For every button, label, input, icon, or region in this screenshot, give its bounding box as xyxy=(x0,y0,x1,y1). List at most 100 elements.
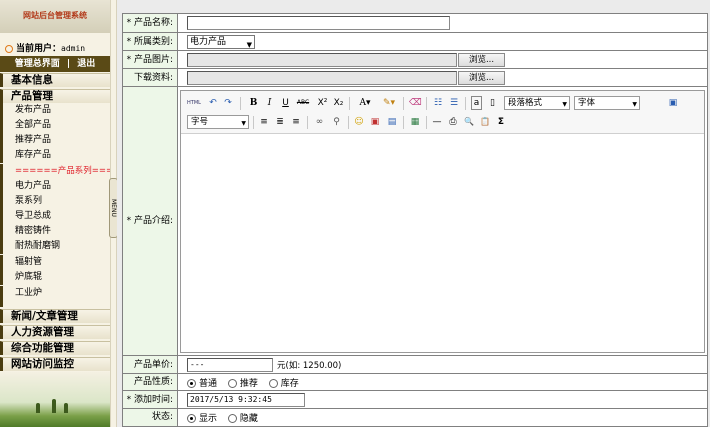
nature-radio-recommended[interactable] xyxy=(227,379,237,388)
add-time-label: * 添加时间: xyxy=(123,391,178,409)
system-title: 网站后台管理系统 xyxy=(23,11,87,20)
menu-item-stock-products[interactable]: 库存产品 xyxy=(0,148,110,163)
link-icon[interactable]: ∞ xyxy=(313,115,326,129)
nature-radio-normal[interactable] xyxy=(187,379,196,388)
ordered-list-icon[interactable]: ☷ xyxy=(432,96,444,110)
toolbar-separator xyxy=(253,116,254,129)
html-source-icon[interactable]: HTML xyxy=(187,96,201,110)
paste-icon[interactable]: 📋 xyxy=(479,115,491,129)
superscript-icon[interactable]: X² xyxy=(316,96,329,110)
nature-option-label: 推荐 xyxy=(239,379,258,389)
add-time-input[interactable]: 2017/5/13 9:32:45 xyxy=(187,393,305,407)
intro-cell: HTML ↶ ↷ B I U ABC X² X₂ A▾ ✎▾ ⌫ ☷ ☰ a ▯… xyxy=(178,87,707,356)
menu-item-hearth-roll[interactable]: 炉底辊 xyxy=(0,270,110,285)
status-option-label: 隐藏 xyxy=(239,414,258,424)
status-cell: 显示 隐藏 xyxy=(178,409,707,426)
toolbar-separator xyxy=(403,116,404,129)
category-select[interactable]: 电力产品 ▼ xyxy=(187,35,255,49)
current-user: 当前用户：admin xyxy=(5,41,85,54)
table-icon[interactable]: ▦ xyxy=(409,115,421,129)
eraser-icon[interactable]: ⌫ xyxy=(409,96,422,110)
category-cell: 电力产品 ▼ xyxy=(178,33,707,51)
nature-radio-stock[interactable] xyxy=(268,379,278,388)
new-document-icon[interactable]: ▯ xyxy=(487,96,498,110)
align-left-icon[interactable]: ≡ xyxy=(258,115,270,129)
underline-icon[interactable]: U xyxy=(280,96,291,110)
align-right-icon[interactable]: ≡ xyxy=(290,115,302,129)
product-name-label: * 产品名称: xyxy=(123,14,178,33)
menu-item-recommended-products[interactable]: 推荐产品 xyxy=(0,133,110,148)
horizontal-rule-icon[interactable]: — xyxy=(431,115,443,129)
product-name-input[interactable] xyxy=(187,16,450,30)
download-browse-button[interactable]: 浏览... xyxy=(458,71,505,85)
tree-icon xyxy=(36,403,40,413)
italic-icon[interactable]: I xyxy=(264,96,275,110)
menu-item-guide-assembly[interactable]: 导卫总成 xyxy=(0,209,110,224)
section-basic-info[interactable]: 基本信息 xyxy=(0,73,110,87)
select-all-icon[interactable]: a xyxy=(471,96,482,110)
section-integrated-functions[interactable]: 综合功能管理 xyxy=(0,341,110,355)
paragraph-format-select[interactable]: 段落格式 ▼ xyxy=(504,96,570,110)
undo-icon[interactable]: ↶ xyxy=(207,96,219,110)
preview-icon[interactable]: 🔍 xyxy=(463,115,475,129)
image-browse-button[interactable]: 浏览... xyxy=(458,53,505,67)
fullscreen-icon[interactable]: ▣ xyxy=(667,96,679,110)
image-file-input[interactable] xyxy=(187,53,457,67)
intro-label: * 产品介绍: xyxy=(123,87,178,356)
user-dot-icon xyxy=(5,44,13,53)
unlink-icon[interactable]: ⚲ xyxy=(330,115,343,129)
status-radio-show[interactable] xyxy=(187,414,196,423)
product-series-divider: ======产品系列====== xyxy=(0,164,134,179)
font-color-icon[interactable]: A▾ xyxy=(355,96,375,110)
product-name-cell xyxy=(178,14,707,33)
image-icon[interactable]: ▣ xyxy=(369,115,381,129)
add-time-cell: 2017/5/13 9:32:45 xyxy=(178,391,707,409)
menu-item-all-products[interactable]: 全部产品 xyxy=(0,118,110,133)
status-radio-hide[interactable] xyxy=(227,414,237,423)
section-human-resources[interactable]: 人力资源管理 xyxy=(0,325,110,339)
editor-content-area[interactable] xyxy=(181,134,704,352)
menu-item-publish-product[interactable]: 发布产品 xyxy=(0,103,110,118)
unordered-list-icon[interactable]: ☰ xyxy=(448,96,460,110)
chevron-down-icon: ▼ xyxy=(246,41,252,49)
product-list-end xyxy=(0,301,110,307)
product-form: * 产品名称: * 所属类别: 电力产品 ▼ * 产品图片: 浏览... 下载资… xyxy=(122,13,708,427)
align-center-icon[interactable]: ≣ xyxy=(274,115,286,129)
menu-item-heat-resistant-steel[interactable]: 耐热耐磨钢 xyxy=(0,239,110,254)
home-link[interactable]: 管理总界面 xyxy=(15,59,60,69)
download-file-input[interactable] xyxy=(187,71,457,85)
sigma-icon[interactable]: Σ xyxy=(495,115,507,129)
rich-text-editor: HTML ↶ ↷ B I U ABC X² X₂ A▾ ✎▾ ⌫ ☷ ☰ a ▯… xyxy=(180,90,705,353)
emoticon-icon[interactable]: ☺ xyxy=(353,115,365,129)
nature-radio-group: 普通 推荐 库存 xyxy=(187,376,307,389)
price-cell: --- 元(如: 1250.00) xyxy=(178,356,707,374)
font-family-value: 字体 xyxy=(578,98,596,108)
menu-item-radiant-tube[interactable]: 辐射管 xyxy=(0,255,110,270)
print-icon[interactable]: ⎙ xyxy=(447,115,459,129)
menu-item-industrial-furnace[interactable]: 工业炉 xyxy=(0,286,110,301)
menu-item-pump-series[interactable]: 泵系列 xyxy=(0,194,110,209)
menu-item-precision-castings[interactable]: 精密铸件 xyxy=(0,224,110,239)
image-label: * 产品图片: xyxy=(123,51,178,69)
section-news-articles[interactable]: 新闻/文章管理 xyxy=(0,309,110,323)
category-label: * 所属类别: xyxy=(123,33,178,51)
font-size-select[interactable]: 字号 ▼ xyxy=(187,115,249,129)
toolbar-separator xyxy=(426,116,427,129)
category-select-value: 电力产品 xyxy=(190,37,227,47)
section-product-management[interactable]: 产品管理 xyxy=(0,89,110,103)
price-input[interactable]: --- xyxy=(187,358,273,372)
download-label: 下载资料: xyxy=(123,69,178,87)
redo-icon[interactable]: ↷ xyxy=(222,96,234,110)
menu-item-power-products[interactable]: 电力产品 xyxy=(0,179,110,194)
main-area: * 产品名称: * 所属类别: 电力产品 ▼ * 产品图片: 浏览... 下载资… xyxy=(117,0,710,427)
media-icon[interactable]: ▤ xyxy=(386,115,398,129)
section-site-monitoring[interactable]: 网站访问监控 xyxy=(0,357,110,371)
font-family-select[interactable]: 字体 ▼ xyxy=(574,96,640,110)
highlight-color-icon[interactable]: ✎▾ xyxy=(379,96,399,110)
font-size-value: 字号 xyxy=(191,117,209,127)
logout-link[interactable]: 退出 xyxy=(77,59,95,69)
strikethrough-icon[interactable]: ABC xyxy=(295,96,311,110)
bold-icon[interactable]: B xyxy=(248,96,259,110)
subscript-icon[interactable]: X₂ xyxy=(332,96,345,110)
chevron-down-icon: ▼ xyxy=(632,101,637,108)
